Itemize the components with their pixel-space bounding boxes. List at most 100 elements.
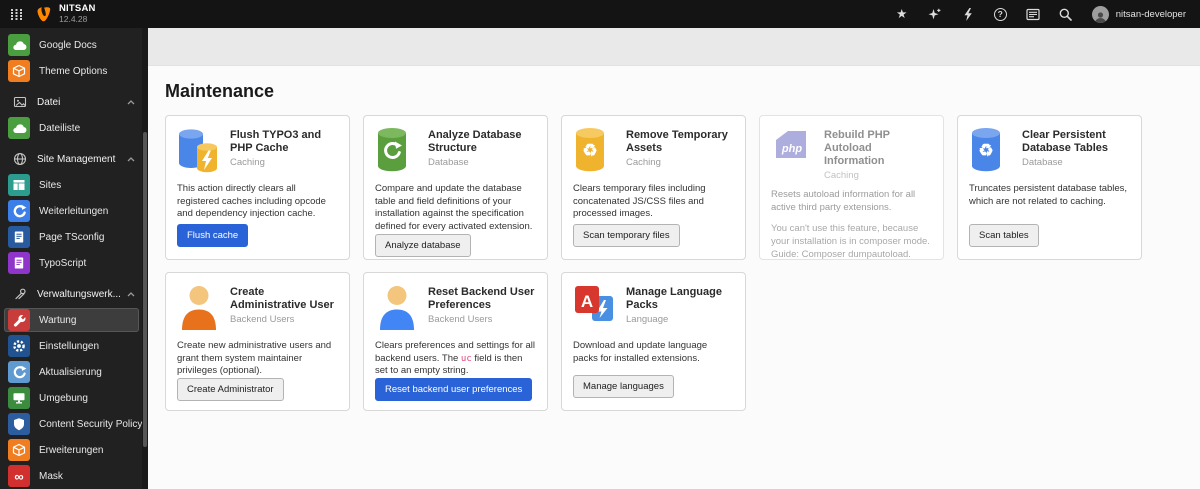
bookmarks-star-icon[interactable]: ★ <box>895 7 909 21</box>
scan-temporary-files-button[interactable]: Scan temporary files <box>573 224 680 247</box>
user-menu[interactable]: nitsan-developer <box>1091 5 1186 23</box>
brand-version: 12.4.28 <box>59 13 88 24</box>
sidebar-item-label: Einstellungen <box>39 340 100 352</box>
card-tag: Backend Users <box>230 313 295 325</box>
card-tag: Caching <box>626 156 661 168</box>
recycle-glyph: ♻ <box>978 141 994 160</box>
sidebar-item-content-security-policy[interactable]: Content Security Policy <box>4 412 143 436</box>
sidebar-item-label: Mask <box>39 470 63 482</box>
typo3-backend-maintenance: { "topbar": { "brand": "NITSAN", "versio… <box>0 0 1200 489</box>
shield-icon <box>8 413 30 435</box>
sidebar-item-weiterleitungen[interactable]: Weiterleitungen <box>4 199 139 223</box>
card-title: Flush TYPO3 and PHP Cache <box>230 129 322 154</box>
sidebar-item-umgebung[interactable]: Umgebung <box>4 386 139 410</box>
card-titles: Flush TYPO3 and PHP Cache Caching <box>230 127 338 175</box>
tools-icon <box>15 288 26 300</box>
uc-code: uc <box>460 353 472 364</box>
sidebar-item-sites[interactable]: Sites <box>4 173 139 197</box>
cloud-icon <box>8 117 30 139</box>
analyze-database-button[interactable]: Analyze database <box>375 233 471 257</box>
gear-icon <box>8 335 30 357</box>
sidebar-item-erweiterungen[interactable]: Erweiterungen <box>4 438 139 462</box>
card-description: Truncates persistent database tables, wh… <box>969 183 1128 207</box>
card-tag: Database <box>1022 156 1063 168</box>
card-title: Analyze Database Structure <box>428 129 522 154</box>
sidebar-item-einstellungen[interactable]: Einstellungen <box>4 334 139 358</box>
card-reset-user-preferences: Reset Backend User Preferences Backend U… <box>363 272 548 411</box>
card-title: Create Administrative User <box>230 286 334 311</box>
card-titles: Remove Temporary Assets Caching <box>626 127 734 175</box>
sidebar-item-label: Content Security Policy <box>39 418 143 430</box>
chevron-up-icon <box>127 291 135 297</box>
globe-icon <box>13 152 27 166</box>
sidebar-item-label: Erweiterungen <box>39 444 104 456</box>
help-icon[interactable]: ? <box>993 7 1007 21</box>
sidebar-item-label: TypoScript <box>39 257 87 269</box>
card-title: Reset Backend User Preferences <box>428 286 535 311</box>
sidebar-scrollbar-thumb[interactable] <box>143 132 147 447</box>
cloud-icon <box>8 34 30 56</box>
card-head: Create Administrative User Backend Users <box>177 284 338 332</box>
window-icon <box>8 174 30 196</box>
reset-backend-user-preferences-button[interactable]: Reset backend user preferences <box>375 378 533 402</box>
card-create-admin-user: Create Administrative User Backend Users… <box>165 272 350 411</box>
card-title: Remove Temporary Assets <box>626 129 728 154</box>
maintenance-module: Maintenance Flush TYPO3 and PHP Cache Ca… <box>148 66 1200 411</box>
search-icon[interactable] <box>1059 7 1073 21</box>
database-bolt-icon <box>177 127 221 175</box>
log-icon[interactable] <box>1026 7 1040 21</box>
mask-icon: ∞ <box>8 465 30 487</box>
card-tag: Caching <box>824 169 859 181</box>
sidebar-item-wartung[interactable]: Wartung <box>4 308 139 332</box>
typo3-logo[interactable] <box>36 6 52 22</box>
sidebar-item-dateiliste[interactable]: Dateiliste <box>4 116 139 140</box>
sidebar-item-page-tsconfig[interactable]: Page TSconfig <box>4 225 139 249</box>
sidebar-section-datei[interactable]: Datei <box>4 92 139 112</box>
card-tag: Language <box>626 313 669 325</box>
card-head: Flush TYPO3 and PHP Cache Caching <box>177 127 338 175</box>
system-bolt-icon[interactable] <box>961 7 975 21</box>
sidebar-item-aktualisierung[interactable]: Aktualisierung <box>4 360 139 384</box>
topbar-actions: ★ ? nitsan-developer <box>895 5 1200 23</box>
maintenance-cards: Flush TYPO3 and PHP Cache Caching This a… <box>165 115 1165 411</box>
cube-icon <box>8 439 30 461</box>
card-analyze-database: Analyze Database Structure Database Comp… <box>363 115 548 260</box>
card-titles: Clear Persistent Database Tables Databas… <box>1022 127 1130 175</box>
svg-text:A: A <box>581 292 593 311</box>
sidebar-item-typoscript[interactable]: TypoScript <box>4 251 139 275</box>
apps-grid-icon <box>10 8 22 20</box>
sidebar-section-site-management[interactable]: Site Management <box>4 149 139 169</box>
card-manage-language-packs: A Manage Language Packs Language Downloa… <box>561 272 746 411</box>
sidebar-item-label: Weiterleitungen <box>39 205 109 217</box>
card-clear-persistent-tables: ♻ Clear Persistent Database Tables Datab… <box>957 115 1142 260</box>
module-grid-button[interactable] <box>0 0 32 28</box>
sidebar-section-label: Site Management <box>37 153 116 165</box>
sidebar-section-verwaltungswerkzeuge[interactable]: Verwaltungswerk... <box>4 284 139 304</box>
flush-cache-button[interactable]: Flush cache <box>177 224 249 247</box>
module-content: Maintenance Flush TYPO3 and PHP Cache Ca… <box>148 28 1200 489</box>
picture-icon <box>13 96 27 108</box>
card-titles: Reset Backend User Preferences Backend U… <box>428 284 536 332</box>
card-titles: Create Administrative User Backend Users <box>230 284 338 332</box>
database-recycle-yellow-icon: ♻ <box>573 127 617 175</box>
refresh-icon <box>8 361 30 383</box>
sidebar-item-mask[interactable]: ∞ Mask <box>4 464 139 488</box>
card-head: A Manage Language Packs Language <box>573 284 734 332</box>
card-titles: Rebuild PHP Autoload Information Caching <box>824 127 932 181</box>
sidebar-section-label: Datei <box>37 96 61 108</box>
manage-languages-button[interactable]: Manage languages <box>573 375 674 398</box>
card-head: Reset Backend User Preferences Backend U… <box>375 284 536 332</box>
language-icon: A <box>573 284 617 332</box>
sparkle-new-icon[interactable] <box>928 7 942 21</box>
create-administrator-button[interactable]: Create Administrator <box>177 378 284 402</box>
card-head: ♻ Clear Persistent Database Tables Datab… <box>969 127 1130 175</box>
sidebar-item-google-docs[interactable]: Google Docs <box>4 33 139 57</box>
card-titles: Analyze Database Structure Database <box>428 127 536 175</box>
card-description: Clears preferences and settings for all … <box>375 340 536 378</box>
page-title: Maintenance <box>165 81 275 101</box>
scan-tables-button[interactable]: Scan tables <box>969 224 1039 247</box>
sidebar-item-label: Wartung <box>39 314 77 326</box>
sidebar-section-label: Verwaltungswerk... <box>37 288 121 300</box>
sidebar-item-theme-options[interactable]: Theme Options <box>4 59 139 83</box>
card-titles: Manage Language Packs Language <box>626 284 734 332</box>
